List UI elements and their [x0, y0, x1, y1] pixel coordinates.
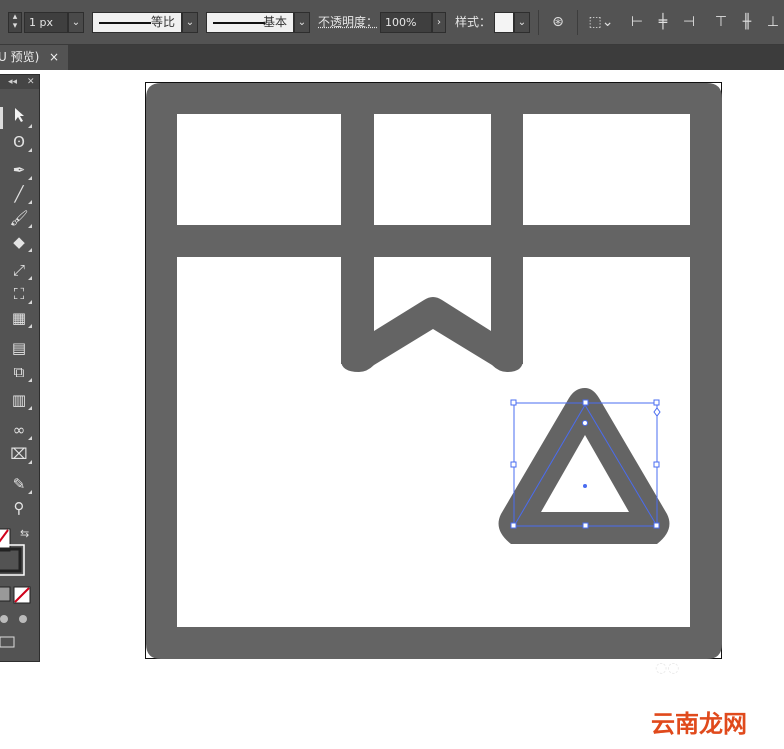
handle-mid-left	[510, 461, 517, 468]
handle-bottom-left	[510, 522, 517, 529]
handle-mid-right	[653, 461, 660, 468]
line-tool-icon[interactable]: ╱	[6, 183, 32, 205]
align-right-icon[interactable]: ⊣	[678, 12, 700, 33]
brush-label: 基本	[262, 15, 287, 29]
align-to-icon[interactable]: ⬚⌄	[588, 12, 614, 33]
draw-mode-icon	[0, 615, 8, 623]
stroke-line-preview	[99, 22, 151, 24]
shape-builder-tool-icon[interactable]: ⧉	[6, 361, 32, 383]
handle-top-center	[582, 399, 589, 406]
opacity-label[interactable]: 不透明度：	[318, 12, 378, 33]
color-mode-gradient-icon	[0, 586, 11, 602]
close-panel-icon[interactable]: ✕	[27, 75, 35, 89]
perspective-grid-tool-icon[interactable]: ▦	[6, 307, 32, 329]
swap-fill-stroke-icon: ⇆	[20, 527, 29, 540]
blend-tool-icon[interactable]: ∞	[6, 419, 32, 441]
style-dropdown[interactable]: ⌄	[514, 12, 530, 33]
brush-line-preview	[213, 22, 265, 24]
brush-dropdown[interactable]: ⌄	[294, 12, 310, 33]
stroke-profile-label: 等比	[150, 15, 175, 29]
lasso-tool-icon[interactable]: ʘ	[6, 131, 32, 153]
document-tab-title: U 预览)	[0, 50, 40, 64]
document-tab[interactable]: U 预览) ×	[0, 45, 68, 70]
graph-tool-icon[interactable]: ▥	[6, 389, 32, 411]
package-horizontal-band	[177, 225, 690, 257]
package-outer-frame	[146, 83, 722, 659]
eraser-tool-icon[interactable]: ◆	[6, 231, 32, 253]
paintbrush-tool-icon[interactable]: 🖌	[6, 207, 32, 229]
scale-tool-icon[interactable]: ⤢	[6, 259, 32, 281]
collapse-panel-icon[interactable]: ◂◂	[8, 75, 17, 89]
align-vcenter-icon[interactable]: ╫	[736, 12, 758, 33]
brush-select[interactable]: 基本	[206, 12, 294, 33]
opacity-arrow[interactable]: ›	[432, 12, 446, 33]
style-label: 样式：	[455, 15, 492, 29]
gradient-tool-icon[interactable]: ▤	[6, 337, 32, 359]
live-corner-widget	[653, 407, 661, 417]
faint-watermark-icon: ◌◌	[655, 660, 680, 676]
slice-tool-icon[interactable]: ⌧	[6, 443, 32, 465]
center-point	[583, 484, 587, 488]
eyedropper-tool-icon[interactable]: ✎	[6, 473, 32, 495]
handle-bottom-right	[653, 522, 660, 529]
stroke-profile-select[interactable]: 等比	[92, 12, 182, 33]
tools-panel: ◂◂ ✕ ʘ ✒ ╱ 🖌 ◆ ⤢ ⛶ ▦ ▤ ⧉ ▥ ∞ ⌧ ✎ ⚲ ⇆	[0, 74, 40, 662]
ribbon-left-edge	[341, 114, 374, 364]
align-bottom-icon[interactable]: ⊥	[762, 12, 784, 33]
stroke-weight-spinner[interactable]: ▴ ▾	[8, 12, 22, 33]
align-top-icon[interactable]: ⊤	[710, 12, 732, 33]
warning-triangle	[498, 388, 670, 544]
close-tab-icon[interactable]: ×	[49, 45, 59, 70]
stroke-swatch-inner	[0, 547, 22, 573]
recolor-artwork-icon[interactable]: ⊛	[547, 12, 569, 33]
zoom-tool-icon[interactable]: ⚲	[6, 497, 32, 519]
site-watermark: 云南龙网	[651, 710, 747, 738]
stroke-weight-dropdown[interactable]: ⌄	[68, 12, 84, 33]
handle-bottom-center	[582, 522, 589, 529]
anchor-top-point	[582, 420, 588, 426]
opacity-field[interactable]: 100%	[380, 12, 432, 33]
draw-inside-icon	[19, 615, 27, 623]
selection-tool-icon[interactable]	[0, 107, 3, 129]
handle-top-right	[653, 399, 660, 406]
pen-tool-icon[interactable]: ✒	[6, 159, 32, 181]
ribbon-right-edge	[492, 114, 523, 364]
style-swatch[interactable]	[494, 12, 514, 33]
align-left-icon[interactable]: ⊢	[626, 12, 648, 33]
handle-top-left	[510, 399, 517, 406]
align-hcenter-icon[interactable]: ╪	[652, 12, 674, 33]
fill-stroke-swatches[interactable]: ⇆	[0, 521, 40, 681]
document-tab-strip: U 预览) ×	[0, 45, 784, 70]
screen-mode-icon	[0, 636, 15, 648]
tools-panel-header: ◂◂ ✕	[0, 75, 39, 89]
direct-selection-tool-icon[interactable]	[6, 107, 32, 129]
box-icon-artwork[interactable]	[145, 82, 723, 660]
control-bar: ▴ ▾ 1 px ⌄ 等比 ⌄ 基本 ⌄ 不透明度： 100% › 样式： ⌄ ⊛…	[0, 0, 784, 45]
stroke-profile-dropdown[interactable]: ⌄	[182, 12, 198, 33]
free-transform-tool-icon[interactable]: ⛶	[6, 283, 32, 305]
stroke-weight-field[interactable]: 1 px	[24, 12, 68, 33]
